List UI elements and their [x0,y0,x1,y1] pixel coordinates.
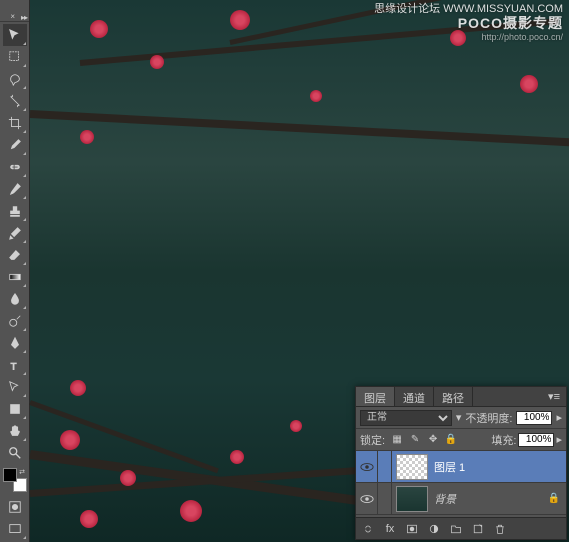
watermark: 思缘设计论坛 WWW.MISSYUAN.COM POCO摄影专题 http://… [374,2,563,44]
link-column [378,483,392,514]
pen-tool[interactable] [3,332,27,354]
visibility-toggle[interactable] [356,483,378,514]
swap-colors-icon[interactable]: ⇄ [19,468,25,476]
flower-decoration [520,75,538,93]
layers-panel: 图层 通道 路径 ▾≡ 正常 ▾ 不透明度: ▸ 锁定: ▦ ✎ ✥ 🔒 填充:… [355,386,567,540]
flower-decoration [150,55,164,69]
lock-icon: 🔒 [548,493,560,504]
marquee-tool[interactable] [3,46,27,68]
fill-label: 填充: [491,432,516,448]
layer-thumbnail[interactable] [396,486,428,512]
wand-tool[interactable] [3,90,27,112]
layer-name[interactable]: 背景 [434,491,456,507]
opacity-dropdown-icon[interactable]: ▸ [556,411,562,424]
eraser-tool[interactable] [3,244,27,266]
watermark-domain: WWW.MISSYUAN.COM [443,3,563,15]
link-layers-button[interactable] [358,520,378,538]
layer-style-button[interactable]: fx [380,520,400,538]
layer-thumbnail[interactable] [396,454,428,480]
lock-pixels-icon[interactable]: ✎ [407,432,423,448]
flower-decoration [290,420,302,432]
hand-tool[interactable] [3,420,27,442]
flower-decoration [70,380,86,396]
dodge-tool[interactable] [3,310,27,332]
lock-position-icon[interactable]: ✥ [425,432,441,448]
move-tool[interactable] [3,24,27,46]
quickmask-tool[interactable] [3,496,27,518]
blend-opacity-row: 正常 ▾ 不透明度: ▸ [356,407,566,429]
color-swatches[interactable]: ⇄ [3,468,27,492]
panel-menu-icon[interactable]: ▾≡ [542,387,566,406]
watermark-cn: 思缘设计论坛 [374,3,440,15]
layer-item[interactable]: 图层 1 [356,451,566,483]
blur-tool[interactable] [3,288,27,310]
opacity-input[interactable] [516,411,552,425]
flower-decoration [90,20,108,38]
layer-item[interactable]: 背景 🔒 [356,483,566,515]
close-icon[interactable]: × [10,12,15,21]
shape-tool[interactable] [3,398,27,420]
watermark-brand: POCO摄影专题 [374,16,563,30]
layer-mask-button[interactable] [402,520,422,538]
branch-decoration [30,110,569,146]
delete-layer-button[interactable] [490,520,510,538]
lock-transparency-icon[interactable]: ▦ [389,432,405,448]
toolbar-header: ▸▸ × [0,12,29,22]
flower-decoration [180,500,202,522]
lock-row: 锁定: ▦ ✎ ✥ 🔒 填充: ▸ [356,429,566,451]
watermark-url: http://photo.poco.cn/ [374,30,563,44]
opacity-label: 不透明度: [465,410,512,426]
tools-toolbar: ▸▸ × T ⇄ [0,0,30,542]
tab-paths[interactable]: 路径 [434,387,473,406]
type-tool[interactable]: T [3,354,27,376]
flower-decoration [230,10,250,30]
brush-tool[interactable] [3,178,27,200]
group-button[interactable] [446,520,466,538]
fill-dropdown-icon[interactable]: ▸ [556,433,562,446]
healing-tool[interactable] [3,156,27,178]
new-layer-button[interactable] [468,520,488,538]
crop-tool[interactable] [3,112,27,134]
stamp-tool[interactable] [3,200,27,222]
flower-decoration [80,130,94,144]
panel-tabs: 图层 通道 路径 ▾≡ [356,387,566,407]
flower-decoration [310,90,322,102]
lock-all-icon[interactable]: 🔒 [443,432,459,448]
tab-channels[interactable]: 通道 [395,387,434,406]
fill-input[interactable] [518,433,554,447]
lock-label: 锁定: [360,432,385,448]
lasso-tool[interactable] [3,68,27,90]
flower-decoration [230,450,244,464]
layer-name[interactable]: 图层 1 [434,459,465,475]
history-brush-tool[interactable] [3,222,27,244]
svg-text:T: T [11,361,17,372]
eyedropper-tool[interactable] [3,134,27,156]
adjustment-layer-button[interactable] [424,520,444,538]
flower-decoration [120,470,136,486]
gradient-tool[interactable] [3,266,27,288]
zoom-tool[interactable] [3,442,27,464]
flower-decoration [60,430,80,450]
flower-decoration [80,510,98,528]
layer-list: 图层 1 背景 🔒 [356,451,566,517]
visibility-toggle[interactable] [356,451,378,482]
foreground-color[interactable] [3,468,17,482]
screenmode-tool[interactable] [3,518,27,540]
tab-layers[interactable]: 图层 [356,387,395,406]
panel-footer: fx [356,517,566,539]
link-column [378,451,392,482]
collapse-icon[interactable]: ▸▸ [21,13,27,22]
path-tool[interactable] [3,376,27,398]
blend-mode-select[interactable]: 正常 [360,410,452,426]
